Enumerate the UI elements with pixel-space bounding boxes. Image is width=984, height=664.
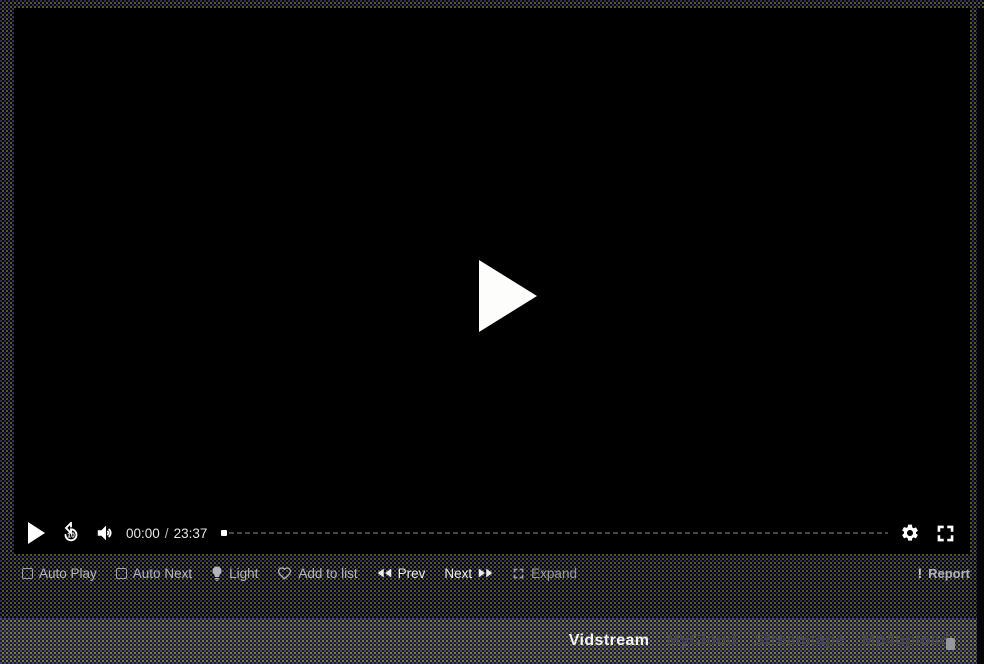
checkbox-icon <box>116 568 127 579</box>
player-controls: 10 00:00 / 23:37 <box>14 512 970 554</box>
server-panel: Vidstream MyCloud Streamtape Mp4upload <box>0 618 977 664</box>
duration: 23:37 <box>174 526 208 541</box>
rewind-10-button[interactable]: 10 <box>60 522 82 544</box>
server-mp4upload[interactable]: Mp4upload <box>862 632 950 650</box>
mute-button[interactable] <box>95 522 117 544</box>
auto-next-toggle[interactable]: Auto Next <box>116 566 192 581</box>
time-separator: / <box>165 526 169 541</box>
next-icon <box>478 567 493 579</box>
exclamation-icon: ! <box>917 565 922 581</box>
next-episode-button[interactable]: Next <box>444 566 493 581</box>
expand-button[interactable]: Expand <box>512 566 577 581</box>
gear-icon <box>900 523 920 543</box>
player-toolbar: Auto Play Auto Next Light Add to list <box>14 556 970 590</box>
auto-next-label: Auto Next <box>133 566 192 581</box>
big-play-button[interactable] <box>479 260 537 332</box>
report-label: Report <box>928 566 970 581</box>
play-icon <box>479 260 537 332</box>
current-time: 00:00 <box>126 526 160 541</box>
auto-play-label: Auto Play <box>39 566 97 581</box>
play-button[interactable] <box>28 522 45 544</box>
server-mycloud[interactable]: MyCloud <box>666 632 736 650</box>
add-to-list-button[interactable]: Add to list <box>277 566 357 581</box>
scrollbar-track[interactable] <box>977 8 984 664</box>
volume-icon <box>95 522 117 544</box>
video-player[interactable]: 10 00:00 / 23:37 <box>14 8 970 554</box>
expand-icon <box>512 567 525 580</box>
light-label: Light <box>229 566 258 581</box>
progress-track <box>221 532 888 534</box>
light-toggle[interactable]: Light <box>211 566 258 581</box>
lightbulb-icon <box>211 566 223 581</box>
time-display: 00:00 / 23:37 <box>126 526 207 541</box>
progress-thumb[interactable] <box>221 530 227 536</box>
server-vidstream[interactable]: Vidstream <box>569 632 650 650</box>
add-to-list-label: Add to list <box>298 566 357 581</box>
prev-icon <box>377 567 392 579</box>
prev-episode-button[interactable]: Prev <box>377 566 426 581</box>
next-label: Next <box>444 566 472 581</box>
rewind-10-icon: 10 <box>60 522 82 544</box>
play-icon <box>28 522 45 544</box>
scroll-indicator[interactable] <box>946 638 955 650</box>
settings-button[interactable] <box>900 523 920 543</box>
progress-bar[interactable] <box>221 527 888 539</box>
prev-label: Prev <box>398 566 426 581</box>
heart-icon <box>277 566 292 580</box>
expand-label: Expand <box>531 566 577 581</box>
svg-text:10: 10 <box>67 533 75 540</box>
server-streamtape[interactable]: Streamtape <box>754 632 845 650</box>
fullscreen-button[interactable] <box>935 523 956 544</box>
auto-play-toggle[interactable]: Auto Play <box>22 566 97 581</box>
report-button[interactable]: ! Report <box>917 565 970 581</box>
checkbox-icon <box>22 568 33 579</box>
fullscreen-icon <box>935 523 956 544</box>
